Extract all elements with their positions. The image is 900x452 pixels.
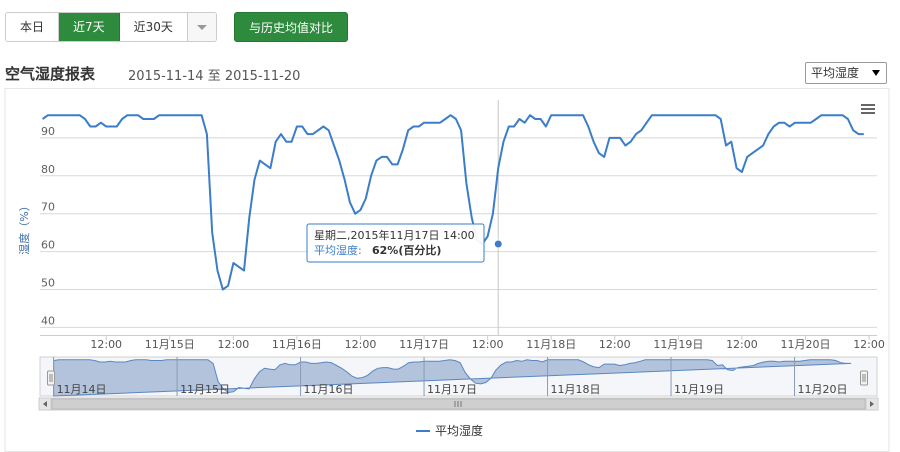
date-from: 2015-11-14 xyxy=(128,69,204,84)
menu-bar xyxy=(861,112,875,114)
x-tick-label: 11月20日 xyxy=(780,338,830,351)
x-tick-label: 12:00 xyxy=(599,338,631,351)
tooltip-datetime: 星期二,2015年11月17日 14:00 xyxy=(314,228,475,242)
legend-label: 平均湿度 xyxy=(435,423,483,438)
x-tick-label: 12:00 xyxy=(726,338,758,351)
x-tick-label: 12:00 xyxy=(90,338,122,351)
y-tick-label: 40 xyxy=(41,314,55,327)
chart-frame xyxy=(4,88,890,452)
x-tick-label: 12:00 xyxy=(853,338,885,351)
range-dropdown-button[interactable] xyxy=(187,13,216,41)
x-tick-label: 12:00 xyxy=(218,338,250,351)
date-separator: 至 xyxy=(207,69,221,84)
hamburger-menu-icon[interactable] xyxy=(861,104,875,114)
x-tick-label: 11月16日 xyxy=(272,338,322,351)
y-tick-label: 50 xyxy=(41,277,55,290)
navigator-label: 11月18日 xyxy=(551,383,601,396)
navigator-label: 11月16日 xyxy=(304,383,354,396)
y-tick-label: 90 xyxy=(41,125,55,138)
navigator-label: 11月20日 xyxy=(798,383,848,396)
scroll-right-button[interactable] xyxy=(865,397,879,411)
metric-select[interactable]: 平均湿度 xyxy=(805,62,887,84)
menu-bar xyxy=(861,104,875,106)
range-button-group: 本日 近7天 近30天 xyxy=(5,12,217,42)
navigator-label: 11月17日 xyxy=(427,383,477,396)
tooltip-label: 平均湿度: xyxy=(314,243,362,257)
y-tick-label: 70 xyxy=(41,201,55,214)
handle-grip xyxy=(47,370,55,386)
x-tick-label: 11月19日 xyxy=(653,338,703,351)
humidity-chart: 40 50 60 70 80 90 湿度（%） 12:00 11月15日 12:00 11月16日 1… xyxy=(4,88,890,452)
legend-item[interactable]: 平均湿度 xyxy=(416,423,483,438)
compare-history-button[interactable]: 与历史均值对比 xyxy=(234,12,349,42)
x-tick-label: 11月18日 xyxy=(526,338,576,351)
range-30days-button[interactable]: 近30天 xyxy=(119,13,188,41)
range-7days-button[interactable]: 近7天 xyxy=(59,13,120,41)
navigator-left-handle[interactable] xyxy=(47,370,55,386)
x-tick-label: 11月15日 xyxy=(145,338,195,351)
select-arrow-icon xyxy=(872,70,880,76)
caret-down-icon xyxy=(196,24,207,30)
navigator-right-handle[interactable] xyxy=(860,370,868,386)
scrollbar-thumb[interactable] xyxy=(51,398,866,410)
navigator-label: 11月15日 xyxy=(180,383,230,396)
date-range: 2015-11-14 至 2015-11-20 xyxy=(128,65,300,84)
metric-select-value: 平均湿度 xyxy=(811,66,860,80)
range-today-button[interactable]: 本日 xyxy=(6,13,60,41)
humidity-series-line xyxy=(42,114,864,291)
x-tick-label: 11月17日 xyxy=(399,338,449,351)
highlight-point xyxy=(493,239,503,249)
scroll-left-button[interactable] xyxy=(38,397,52,411)
navigator-label: 11月19日 xyxy=(674,383,724,396)
report-title: 空气湿度报表 xyxy=(5,65,96,83)
y-tick-label: 80 xyxy=(41,163,55,176)
tooltip: 星期二,2015年11月17日 14:00平均湿度: 62%(百分比) xyxy=(306,223,485,263)
x-tick-label: 12:00 xyxy=(472,338,504,351)
handle-grip xyxy=(860,370,868,386)
y-axis-title: 湿度（%） xyxy=(17,200,31,254)
date-to: 2015-11-20 xyxy=(224,69,301,84)
menu-bar xyxy=(861,108,875,110)
x-tick-label: 12:00 xyxy=(345,338,377,351)
tooltip-value: 62%(百分比) xyxy=(372,243,441,257)
navigator-label: 11月14日 xyxy=(57,383,107,396)
y-tick-label: 60 xyxy=(41,239,55,252)
